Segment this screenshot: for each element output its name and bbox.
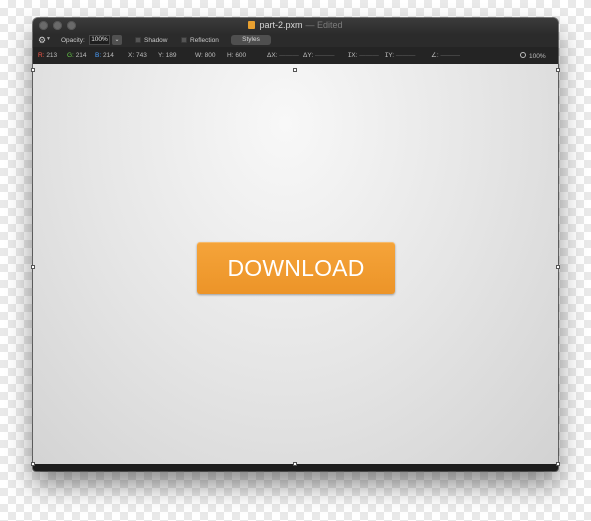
toolbar: ⚙ ▼ Opacity: 100% ⌄ Shadow Reflection St… bbox=[33, 34, 558, 47]
width-value: 800 bbox=[204, 52, 216, 59]
opacity-field[interactable]: 100% bbox=[89, 35, 110, 45]
download-button[interactable]: DOWNLOAD bbox=[197, 242, 395, 294]
offset-y-label: ⵊY: bbox=[385, 52, 395, 59]
delta-x-value: ——— bbox=[279, 52, 299, 59]
window-title: part-2.pxm — Edited bbox=[33, 20, 558, 30]
zoom-value: 100% bbox=[529, 53, 546, 60]
green-readout: G: 214 bbox=[67, 52, 87, 59]
width-readout: W: 800 bbox=[195, 52, 216, 59]
reflection-label: Reflection bbox=[190, 37, 219, 44]
shadow-checkbox[interactable] bbox=[135, 37, 141, 43]
opacity-stepper[interactable]: ⌄ bbox=[112, 35, 122, 45]
styles-button[interactable]: Styles bbox=[231, 35, 271, 45]
selection-handle-bottom-right[interactable] bbox=[556, 462, 560, 466]
window-edited-status: — Edited bbox=[305, 20, 343, 30]
red-label: R: bbox=[38, 52, 45, 59]
blue-label: B: bbox=[95, 52, 102, 59]
shadow-label: Shadow bbox=[144, 37, 168, 44]
app-window: part-2.pxm — Edited ⚙ ▼ Opacity: 100% ⌄ S… bbox=[33, 18, 558, 471]
opacity-label: Opacity: bbox=[61, 37, 85, 44]
green-label: G: bbox=[67, 52, 74, 59]
blue-value: 214 bbox=[102, 52, 114, 59]
selection-handle-right[interactable] bbox=[556, 265, 560, 269]
width-label: W: bbox=[195, 52, 203, 59]
window-filename: part-2.pxm bbox=[259, 20, 303, 30]
document-icon bbox=[248, 21, 256, 29]
selection-handle-top[interactable] bbox=[293, 68, 297, 72]
delta-x-label: ΔX: bbox=[267, 52, 278, 59]
selection-handle-bottom[interactable] bbox=[293, 462, 297, 466]
gear-icon[interactable]: ⚙ bbox=[38, 35, 46, 45]
y-readout: Y: 189 bbox=[158, 52, 176, 59]
offset-x-readout: ⵊX: ——— bbox=[348, 52, 379, 59]
x-readout: X: 743 bbox=[128, 52, 147, 59]
angle-readout: ∠: ——— bbox=[431, 52, 460, 59]
offset-y-value: ——— bbox=[395, 52, 416, 59]
angle-value: ——— bbox=[440, 52, 460, 59]
delta-y-value: ——— bbox=[314, 52, 335, 59]
offset-x-label: ⵊX: bbox=[348, 52, 358, 59]
delta-y-label: ΔY: bbox=[303, 52, 314, 59]
green-value: 214 bbox=[75, 52, 87, 59]
selection-handle-top-right[interactable] bbox=[556, 68, 560, 72]
zoom-control[interactable]: 100% bbox=[520, 52, 546, 60]
zoom-icon bbox=[520, 52, 526, 58]
selection-handle-left[interactable] bbox=[31, 265, 35, 269]
height-readout: H: 600 bbox=[227, 52, 246, 59]
delta-x-readout: ΔX: ——— bbox=[267, 52, 299, 59]
info-bar: R: 213 G: 214 B: 214 X: 743 Y: 189 W: 80… bbox=[33, 47, 558, 64]
height-label: H: bbox=[227, 52, 234, 59]
blue-readout: B: 214 bbox=[95, 52, 114, 59]
offset-x-value: ——— bbox=[359, 52, 379, 59]
y-label: Y: bbox=[158, 52, 164, 59]
offset-y-readout: ⵊY: ——— bbox=[385, 52, 415, 59]
document-canvas[interactable]: DOWNLOAD bbox=[33, 64, 558, 464]
angle-label: ∠: bbox=[431, 52, 439, 59]
y-value: 189 bbox=[165, 52, 177, 59]
reflection-checkbox[interactable] bbox=[181, 37, 187, 43]
red-readout: R: 213 bbox=[38, 52, 57, 59]
delta-y-readout: ΔY: ——— bbox=[303, 52, 334, 59]
red-value: 213 bbox=[46, 52, 58, 59]
x-label: X: bbox=[128, 52, 135, 59]
x-value: 743 bbox=[135, 52, 147, 59]
selection-handle-top-left[interactable] bbox=[31, 68, 35, 72]
height-value: 600 bbox=[235, 52, 247, 59]
selection-handle-bottom-left[interactable] bbox=[31, 462, 35, 466]
title-bar[interactable]: part-2.pxm — Edited bbox=[33, 18, 558, 34]
chevron-down-icon[interactable]: ▼ bbox=[46, 36, 51, 42]
